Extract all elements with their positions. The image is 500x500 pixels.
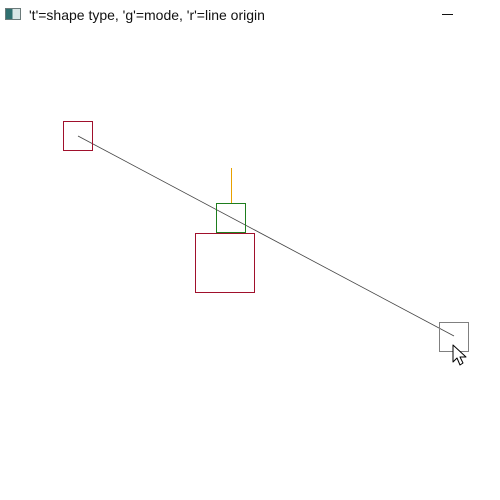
canvas-svg	[63, 121, 469, 366]
window-title: 't'=shape type, 'g'=mode, 'r'=line origi…	[29, 7, 265, 23]
app-window-icon	[5, 8, 21, 20]
app-window: 't'=shape type, 'g'=mode, 'r'=line origi…	[0, 0, 500, 500]
minimize-button[interactable]	[432, 2, 462, 28]
drawing-canvas[interactable]	[0, 30, 500, 500]
title-bar[interactable]: 't'=shape type, 'g'=mode, 'r'=line origi…	[0, 0, 500, 30]
green-square[interactable]	[216, 203, 246, 233]
mouse-pointer-icon	[452, 344, 467, 366]
large-red-square[interactable]	[195, 233, 255, 293]
connecting-line	[77, 135, 455, 337]
